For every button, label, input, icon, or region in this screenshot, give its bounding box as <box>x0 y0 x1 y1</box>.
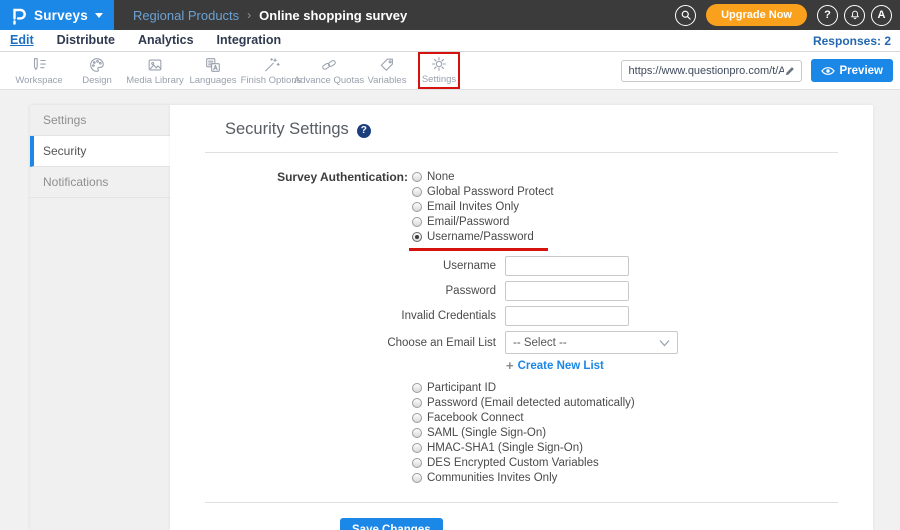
breadcrumb-survey-title: Online shopping survey <box>259 7 408 23</box>
email-list-label: Choose an Email List <box>387 336 496 349</box>
edit-pencil-icon[interactable] <box>784 65 796 77</box>
divider <box>205 502 838 503</box>
top-bar: Surveys Regional Products › Online shopp… <box>0 0 900 30</box>
toolbar-item-finish-options[interactable]: Finish Options <box>241 56 301 86</box>
radio-icon-selected <box>412 231 422 242</box>
radio-communities-invites-only[interactable]: Communities Invites Only <box>412 470 838 485</box>
survey-url-box <box>620 59 802 82</box>
radio-icon <box>412 216 422 227</box>
settings-highlight-box: Settings <box>418 52 460 89</box>
toolbar-item-workspace[interactable]: Workspace <box>10 56 68 86</box>
password-field[interactable] <box>505 281 629 301</box>
username-label: Username <box>442 260 496 272</box>
radio-icon <box>412 412 422 423</box>
gear-icon <box>432 57 446 71</box>
radio-icon <box>412 186 422 197</box>
radio-icon <box>412 201 422 212</box>
chevron-down-icon <box>94 13 103 18</box>
questionpro-logo-icon <box>13 8 26 25</box>
radio-global-password-protect[interactable]: Global Password Protect <box>412 184 554 199</box>
toolbar-item-media-library[interactable]: Media Library <box>126 56 184 86</box>
radio-icon <box>412 382 422 393</box>
translate-icon <box>206 57 220 72</box>
workspace-icon <box>33 57 46 70</box>
magic-wand-icon <box>265 57 280 71</box>
username-field[interactable] <box>505 256 629 276</box>
radio-email-invites-only[interactable]: Email Invites Only <box>412 199 554 214</box>
account-avatar[interactable]: A <box>871 4 892 26</box>
search-button[interactable] <box>675 4 697 26</box>
radio-icon <box>412 442 422 453</box>
radio-hmac-sha1[interactable]: HMAC-SHA1 (Single Sign-On) <box>412 440 838 455</box>
radio-facebook-connect[interactable]: Facebook Connect <box>412 410 838 425</box>
divider <box>205 152 838 153</box>
section-help-icon[interactable]: ? <box>356 123 371 138</box>
radio-username-password[interactable]: Username/Password <box>409 229 554 251</box>
plus-icon: + <box>506 358 514 373</box>
tab-analytics[interactable]: Analytics <box>138 33 194 48</box>
eye-icon <box>820 66 835 75</box>
sidebar-item-settings[interactable]: Settings <box>30 105 170 136</box>
radio-icon <box>412 427 422 438</box>
create-new-list-link[interactable]: + Create New List <box>506 358 838 373</box>
radio-password-email-detected[interactable]: Password (Email detected automatically) <box>412 395 838 410</box>
sidebar-item-notifications[interactable]: Notifications <box>30 167 170 198</box>
breadcrumb: Regional Products › Online shopping surv… <box>133 8 407 23</box>
page-title: Security Settings <box>225 120 349 138</box>
right-gutter <box>873 105 900 530</box>
upgrade-now-button[interactable]: Upgrade Now <box>706 4 807 26</box>
radio-saml[interactable]: SAML (Single Sign-On) <box>412 425 838 440</box>
radio-icon <box>412 472 422 483</box>
security-settings-panel: Security Settings ? Survey Authenticatio… <box>170 105 873 530</box>
radio-icon <box>412 457 422 468</box>
sidebar-item-security[interactable]: Security <box>30 136 170 167</box>
topbar-actions: Upgrade Now ? A <box>675 4 900 26</box>
radio-none[interactable]: None <box>412 169 554 184</box>
radio-des-encrypted[interactable]: DES Encrypted Custom Variables <box>412 455 838 470</box>
breadcrumb-folder[interactable]: Regional Products <box>133 8 239 23</box>
chevron-down-icon <box>659 339 670 346</box>
survey-nav-bar: Edit Distribute Analytics Integration Re… <box>0 30 900 52</box>
save-changes-button[interactable]: Save Changes <box>340 518 443 530</box>
survey-url-input[interactable] <box>628 64 784 77</box>
more-auth-options-group: Participant ID Password (Email detected … <box>412 380 838 485</box>
image-icon <box>148 59 162 70</box>
tab-distribute[interactable]: Distribute <box>57 33 115 48</box>
tag-icon <box>380 58 393 71</box>
chain-links-icon <box>322 59 336 70</box>
responses-count-link[interactable]: Responses: 2 <box>813 34 891 48</box>
product-name: Surveys <box>34 7 88 23</box>
preview-button[interactable]: Preview <box>810 59 893 82</box>
bell-icon <box>850 10 859 20</box>
toolbar-item-settings[interactable]: Settings <box>422 55 456 85</box>
settings-sidebar: Settings Security Notifications <box>30 105 170 530</box>
toolbar-item-advance-quotas[interactable]: Advance Quotas <box>294 56 364 86</box>
radio-email-password[interactable]: Email/Password <box>412 214 554 229</box>
tab-edit[interactable]: Edit <box>10 33 34 48</box>
toolbar-item-languages[interactable]: Languages <box>184 56 242 86</box>
tab-integration[interactable]: Integration <box>217 33 282 48</box>
toolbar-item-design[interactable]: Design <box>68 56 126 86</box>
edit-toolbar: Workspace Design Media Library Languages… <box>0 52 900 90</box>
selected-option-underline-annotation <box>409 248 548 251</box>
invalid-credentials-field[interactable] <box>505 306 629 326</box>
content-area: Settings Security Notifications Security… <box>0 90 900 530</box>
help-button[interactable]: ? <box>817 4 838 26</box>
toolbar-right: Preview <box>620 59 900 82</box>
breadcrumb-separator: › <box>247 8 252 22</box>
email-list-select[interactable]: -- Select -- <box>505 331 678 354</box>
survey-authentication-label: Survey Authentication: <box>277 170 408 184</box>
radio-icon <box>412 171 422 182</box>
auth-options-group: None Global Password Protect Email Invit… <box>409 169 554 251</box>
left-gutter <box>0 105 30 530</box>
palette-icon <box>90 57 104 72</box>
toolbar-item-variables[interactable]: Variables <box>358 56 416 86</box>
radio-participant-id[interactable]: Participant ID <box>412 380 838 395</box>
notifications-button[interactable] <box>844 4 865 26</box>
invalid-credentials-label: Invalid Credentials <box>401 310 496 322</box>
radio-icon <box>412 397 422 408</box>
surveys-product-menu[interactable]: Surveys <box>0 0 114 30</box>
search-icon <box>681 10 691 20</box>
password-label: Password <box>445 285 497 297</box>
